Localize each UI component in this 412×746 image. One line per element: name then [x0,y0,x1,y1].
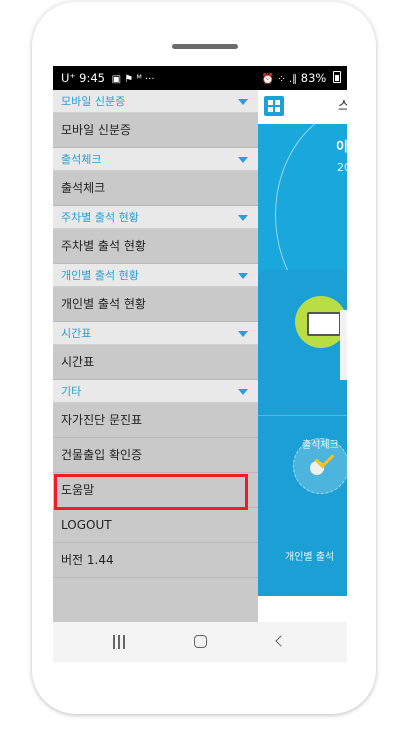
phone-frame: U⁺ 9:45 ▣ ⚑ ᴹ ··· ⏰ ⁘ .∥ 83% 스 이제 20 [32,2,376,714]
section-header-label: 주차별 출석 현황 [61,211,139,224]
section-header-personal[interactable]: 개인별 출석 현황 [53,264,258,287]
section-header-label: 기타 [61,385,82,398]
menu-item-logout[interactable]: LOGOUT [53,508,258,543]
banner-subtitle: 20 [337,161,347,174]
menu-item-version: 버전 1.44 [53,543,258,578]
drawer-tail [53,578,258,598]
menu-item-weekly[interactable]: 주차별 출석 현황 [53,229,258,264]
menu-item-self-check[interactable]: 자가진단 문진표 [53,403,258,438]
menu-item-timetable[interactable]: 시간표 [53,345,258,380]
signal-icons: ⏰ ⁘ .∥ [261,74,298,85]
navigation-drawer: 모바일 신분증 모바일 신분증 출석체크 출석체크 주차별 출석 현황 주차별 … [53,90,258,622]
section-header-label: 모바일 신분증 [61,95,126,108]
menu-item-attendance[interactable]: 출석체크 [53,171,258,206]
caret-down-icon [238,331,248,337]
recent-apps-icon[interactable] [113,635,125,649]
menu-item-mobile-id[interactable]: 모바일 신분증 [53,113,258,148]
card-divider [258,415,347,416]
status-time: U⁺ 9:45 [61,71,105,85]
back-icon[interactable] [275,635,287,647]
section-header-attendance[interactable]: 출석체크 [53,148,258,171]
caret-down-icon [238,215,248,221]
phone-speaker [172,44,238,49]
caret-down-icon [238,157,248,163]
banner-title: 이제 [336,140,347,155]
battery-percent: 83% [300,71,327,85]
section-header-timetable[interactable]: 시간표 [53,322,258,345]
home-icon[interactable] [194,635,207,648]
highlight-box [54,474,248,510]
section-header-label: 출석체크 [61,153,102,166]
caret-down-icon [238,273,248,279]
phone-screen: U⁺ 9:45 ▣ ⚑ ᴹ ··· ⏰ ⁘ .∥ 83% 스 이제 20 [53,66,347,662]
grid-menu-icon[interactable] [264,96,284,116]
people-check-icon [293,438,347,494]
menu-item-building-pass[interactable]: 건물출입 확인증 [53,438,258,473]
notification-icons: ▣ ⚑ ᴹ ··· [111,74,155,85]
status-bar: U⁺ 9:45 ▣ ⚑ ᴹ ··· ⏰ ⁘ .∥ 83% [53,66,347,90]
panel-strip [340,310,347,380]
caret-down-icon [238,99,248,105]
section-header-etc[interactable]: 기타 [53,380,258,403]
app-title: 스 [338,99,347,114]
status-right: ⏰ ⁘ .∥ 83% [259,66,341,92]
menu-item-personal[interactable]: 개인별 출석 현황 [53,287,258,322]
caret-down-icon [238,389,248,395]
battery-icon [333,71,341,83]
section-header-label: 개인별 출석 현황 [61,269,139,282]
section-header-weekly[interactable]: 주차별 출석 현황 [53,206,258,229]
android-nav-bar [53,622,347,662]
section-header-label: 시간표 [61,327,92,340]
card-personal-label: 개인별 출석 [285,552,335,563]
section-header-mobile-id[interactable]: 모바일 신분증 [53,90,258,113]
status-left: U⁺ 9:45 ▣ ⚑ ᴹ ··· [61,66,155,92]
